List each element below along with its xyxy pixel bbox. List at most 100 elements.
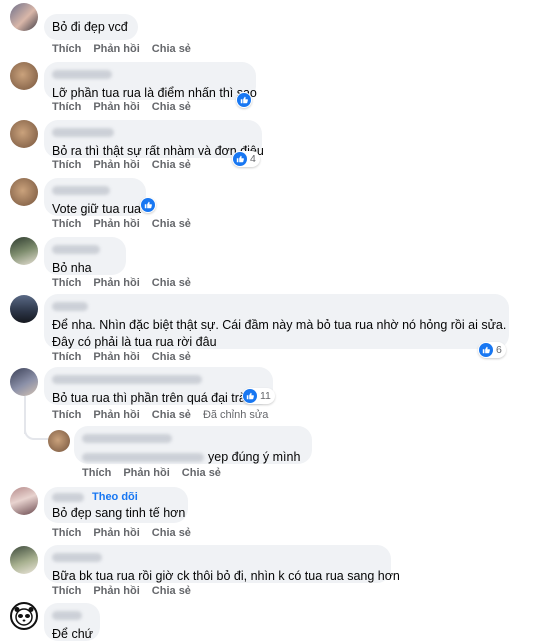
like-count: 4	[250, 153, 256, 165]
comment-bubble: Để nha. Nhìn đặc biệt thật sự. Cái đầm n…	[44, 294, 509, 349]
reply-link[interactable]: Phản hồi	[93, 585, 139, 597]
comment-actions: Thích Phản hồi Chia sẻ	[52, 218, 203, 230]
reply-link[interactable]: Phản hồi	[93, 409, 139, 421]
comment-actions: Thích Phản hồi Chia sẻ	[52, 527, 203, 539]
reply-actions: Thích Phản hồi Chia sẻ	[82, 467, 233, 479]
like-count: 6	[496, 344, 502, 356]
comment-actions: Thích Phản hồi Chia sẻ	[52, 351, 203, 363]
author-name[interactable]	[52, 611, 82, 620]
comment-bubble: Theo dõi Bỏ đẹp sang tinh tế hơn	[44, 487, 188, 523]
comment-actions: Thích Phản hồi Chia sẻ	[52, 277, 203, 289]
share-link[interactable]: Chia sẻ	[152, 351, 191, 363]
avatar[interactable]	[10, 487, 38, 515]
thumbs-up-icon	[141, 198, 155, 212]
reply-link[interactable]: Phản hồi	[93, 218, 139, 230]
like-link[interactable]: Thích	[52, 101, 81, 113]
author-name[interactable]	[52, 128, 114, 137]
like-badge[interactable]	[140, 197, 156, 213]
comment-bubble: Bỏ đi đẹp vcđ	[44, 14, 138, 40]
reply-link[interactable]: Phản hồi	[123, 467, 169, 479]
reply-link[interactable]: Phản hồi	[93, 101, 139, 113]
comment-text: Bỏ đẹp sang tinh tế hơn	[52, 506, 186, 520]
author-name[interactable]	[82, 434, 172, 443]
comment-text: yep đúng ý mình	[208, 450, 301, 464]
comment-actions: Thích Phản hồi Chia sẻ Đã chỉnh sửa	[52, 409, 280, 421]
comment-bubble: Lỡ phần tua rua là điểm nhấn thì sao	[44, 62, 257, 100]
like-link[interactable]: Thích	[52, 43, 81, 55]
share-link[interactable]: Chia sẻ	[152, 218, 191, 230]
share-link[interactable]: Chia sẻ	[152, 409, 191, 421]
like-badge[interactable]	[236, 92, 252, 108]
share-link[interactable]: Chia sẻ	[152, 585, 191, 597]
like-badge[interactable]: 11	[242, 388, 275, 404]
comment-text: Bỏ nha	[52, 261, 92, 275]
author-name[interactable]	[52, 492, 84, 502]
author-name[interactable]	[52, 375, 202, 384]
like-link[interactable]: Thích	[52, 218, 81, 230]
comment-bubble: Để chứ	[44, 603, 100, 641]
thumbs-up-icon	[237, 93, 251, 107]
reply-link[interactable]: Phản hồi	[93, 277, 139, 289]
like-link[interactable]: Thích	[52, 409, 81, 421]
share-link[interactable]: Chia sẻ	[182, 467, 221, 479]
author-name[interactable]	[52, 553, 102, 562]
comment-text: Lỡ phần tua rua là điểm nhấn thì sao	[52, 86, 257, 100]
like-badge[interactable]: 6	[478, 342, 506, 358]
thumbs-up-icon	[479, 343, 493, 357]
share-link[interactable]: Chia sẻ	[152, 43, 191, 55]
author-name[interactable]	[52, 186, 110, 195]
reply-link[interactable]: Phản hồi	[93, 527, 139, 539]
comment-text: Bỏ ra thì thật sự rất nhàm và đơn điệu	[52, 144, 264, 158]
avatar[interactable]	[48, 430, 70, 452]
panda-avatar-icon	[14, 607, 34, 626]
avatar[interactable]	[10, 295, 38, 323]
avatar[interactable]	[10, 178, 38, 206]
like-link[interactable]: Thích	[52, 159, 81, 171]
avatar[interactable]	[10, 3, 38, 31]
thread-connector	[24, 420, 48, 440]
author-name[interactable]	[52, 302, 88, 311]
like-link[interactable]: Thích	[52, 527, 81, 539]
like-link[interactable]: Thích	[52, 351, 81, 363]
comment-text: Bỏ tua rua thì phần trên quá đại trà	[52, 391, 246, 405]
avatar[interactable]	[10, 546, 38, 574]
comment-text: Để nha. Nhìn đặc biệt thật sự. Cái đầm n…	[52, 318, 507, 332]
mentioned-name[interactable]	[82, 453, 204, 462]
like-count: 11	[260, 390, 271, 402]
reply-link[interactable]: Phản hồi	[93, 351, 139, 363]
comment-actions: Thích Phản hồi Chia sẻ	[52, 101, 203, 113]
comment-text: Để chứ	[52, 627, 94, 641]
like-link[interactable]: Thích	[52, 277, 81, 289]
comment-actions: Thích Phản hồi Chia sẻ	[52, 585, 203, 597]
comment-actions: Thích Phản hồi Chia sẻ	[52, 159, 203, 171]
reply-link[interactable]: Phản hồi	[93, 159, 139, 171]
like-badge[interactable]: 4	[232, 151, 260, 167]
author-name[interactable]	[52, 245, 100, 254]
thumbs-up-icon	[233, 152, 247, 166]
reply-link[interactable]: Phản hồi	[93, 43, 139, 55]
avatar[interactable]	[10, 602, 38, 630]
avatar[interactable]	[10, 368, 38, 396]
follow-button[interactable]: Theo dõi	[92, 491, 138, 503]
comment-text: Bữa bk tua rua rồi giờ ck thôi bỏ đi, nh…	[52, 569, 400, 583]
share-link[interactable]: Chia sẻ	[152, 527, 191, 539]
avatar[interactable]	[10, 120, 38, 148]
like-link[interactable]: Thích	[82, 467, 111, 479]
comment-bubble: Bữa bk tua rua rồi giờ ck thôi bỏ đi, nh…	[44, 545, 400, 583]
like-link[interactable]: Thích	[52, 585, 81, 597]
comment-bubble: Bỏ tua rua thì phần trên quá đại trà	[44, 367, 273, 405]
share-link[interactable]: Chia sẻ	[152, 159, 191, 171]
share-link[interactable]: Chia sẻ	[152, 277, 191, 289]
comment-text-line-2: Đây có phải là tua rua rời đâu	[52, 335, 217, 349]
comment-bubble: Vote giữ tua rua	[44, 178, 146, 216]
thumbs-up-icon	[243, 389, 257, 403]
avatar[interactable]	[10, 237, 38, 265]
comment-text: Bỏ đi đẹp vcđ	[52, 20, 128, 34]
comment-bubble: Bỏ ra thì thật sự rất nhàm và đơn điệu	[44, 120, 264, 158]
comment-text: Vote giữ tua rua	[52, 202, 141, 216]
edited-label[interactable]: Đã chỉnh sửa	[203, 409, 268, 421]
avatar[interactable]	[10, 62, 38, 90]
reply-bubble: yep đúng ý mình	[74, 426, 312, 464]
author-name[interactable]	[52, 70, 112, 79]
share-link[interactable]: Chia sẻ	[152, 101, 191, 113]
